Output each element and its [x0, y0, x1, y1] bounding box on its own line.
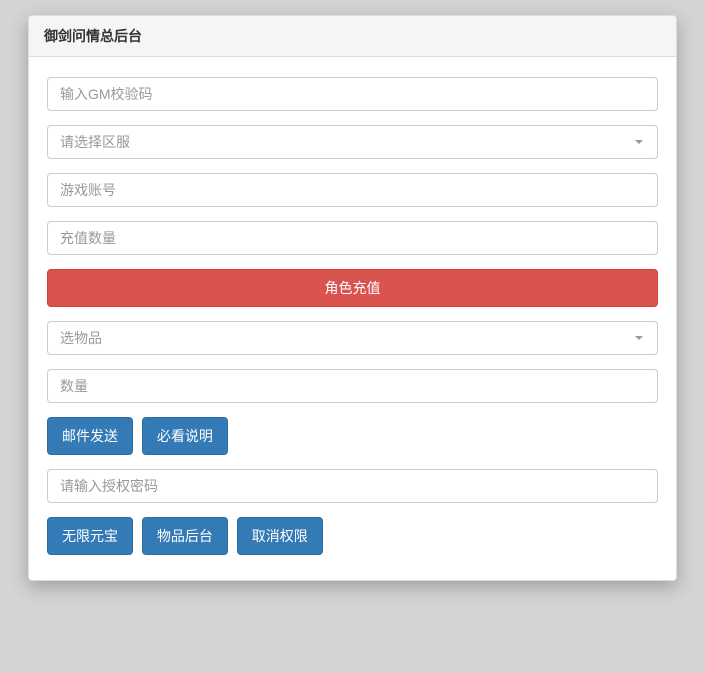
gm-code-input[interactable]	[47, 77, 658, 111]
caret-down-icon	[635, 140, 643, 144]
server-select[interactable]: 请选择区服	[47, 125, 658, 159]
panel-title: 御剑问情总后台	[29, 16, 676, 57]
quantity-input[interactable]	[47, 369, 658, 403]
admin-panel: 御剑问情总后台 请选择区服 角色充值 选物品 邮件发送 必看说明 无限元宝 物品…	[28, 15, 677, 581]
mail-send-button[interactable]: 邮件发送	[47, 417, 133, 455]
cancel-auth-button[interactable]: 取消权限	[237, 517, 323, 555]
recharge-amount-input[interactable]	[47, 221, 658, 255]
caret-down-icon	[635, 336, 643, 340]
game-account-input[interactable]	[47, 173, 658, 207]
item-backend-button[interactable]: 物品后台	[142, 517, 228, 555]
role-recharge-button[interactable]: 角色充值	[47, 269, 658, 307]
server-select-label: 请选择区服	[60, 132, 130, 152]
mail-button-group: 邮件发送 必看说明	[47, 417, 658, 455]
item-select[interactable]: 选物品	[47, 321, 658, 355]
auth-password-input[interactable]	[47, 469, 658, 503]
must-read-button[interactable]: 必看说明	[142, 417, 228, 455]
item-select-label: 选物品	[60, 328, 102, 348]
panel-body: 请选择区服 角色充值 选物品 邮件发送 必看说明 无限元宝 物品后台 取消权限	[29, 57, 676, 580]
unlimited-yuanbao-button[interactable]: 无限元宝	[47, 517, 133, 555]
auth-button-group: 无限元宝 物品后台 取消权限	[47, 517, 658, 555]
